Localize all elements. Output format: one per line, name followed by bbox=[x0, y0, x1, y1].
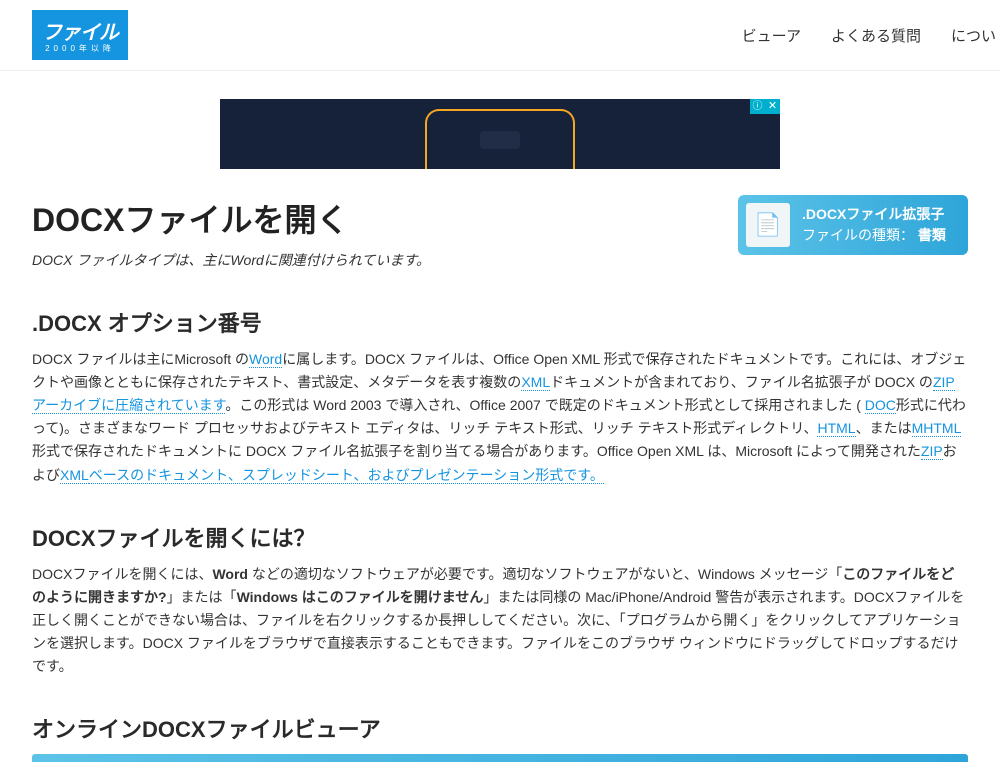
link-doc[interactable]: DOC bbox=[865, 397, 896, 414]
file-info-text: .DOCXファイル拡張子 ファイルの種類： 書類 bbox=[802, 204, 946, 246]
ad-info-icon[interactable]: ⓘ bbox=[750, 99, 765, 114]
ad-banner[interactable]: ⓘ ✕ bbox=[220, 99, 780, 169]
viewer-section-bar bbox=[32, 754, 968, 762]
link-xml-based[interactable]: ベースのドキュメント、スプレッドシート、およびプレゼンテーション形式です。 bbox=[89, 467, 604, 484]
section-howto-body: DOCXファイルを開くには、Word などの適切なソフトウェアが必要です。適切な… bbox=[32, 563, 968, 678]
nav-faq[interactable]: よくある質問 bbox=[831, 25, 921, 46]
logo-subtext: 2000年以降 bbox=[42, 43, 118, 54]
ad-slot-shape bbox=[480, 131, 520, 149]
ad-illustration bbox=[425, 109, 575, 169]
header: ファイル 2000年以降 ビューア よくある質問 につい bbox=[0, 0, 1000, 71]
main-content: DOCXファイルを開く DOCX ファイルタイプは、主にWordに関連付けられて… bbox=[0, 195, 1000, 762]
file-ext-label: .DOCXファイル拡張子 bbox=[802, 204, 946, 225]
nav-viewer[interactable]: ビューア bbox=[742, 25, 801, 46]
link-zip[interactable]: ZIP bbox=[921, 443, 943, 460]
link-mhtml[interactable]: MHTML bbox=[912, 420, 962, 437]
document-icon: 📄 bbox=[746, 203, 790, 247]
section-viewer-heading: オンラインDOCXファイルビューア bbox=[32, 712, 968, 744]
section-option-heading: .DOCX オプション番号 bbox=[32, 306, 968, 338]
page-subtitle: DOCX ファイルタイプは、主にWordに関連付けられています。 bbox=[32, 249, 738, 272]
link-xml-2[interactable]: XML bbox=[60, 467, 89, 484]
title-row: DOCXファイルを開く DOCX ファイルタイプは、主にWordに関連付けられて… bbox=[32, 195, 968, 272]
link-word[interactable]: Word bbox=[249, 351, 282, 368]
file-info-card[interactable]: 📄 .DOCXファイル拡張子 ファイルの種類： 書類 bbox=[738, 195, 968, 255]
file-type-line: ファイルの種類： 書類 bbox=[802, 225, 946, 246]
section-option-body: DOCX ファイルは主にMicrosoft のWordに属します。DOCX ファ… bbox=[32, 348, 968, 487]
site-logo[interactable]: ファイル 2000年以降 bbox=[32, 10, 128, 60]
logo-text: ファイル bbox=[42, 22, 118, 44]
page-title: DOCXファイルを開く bbox=[32, 195, 738, 241]
nav-about[interactable]: につい bbox=[951, 25, 996, 46]
link-xml-1[interactable]: XML bbox=[521, 374, 550, 391]
section-howto-heading: DOCXファイルを開くには？ bbox=[32, 521, 968, 553]
top-nav: ビューア よくある質問 につい bbox=[742, 25, 1000, 46]
ad-close-icon[interactable]: ✕ bbox=[765, 99, 780, 114]
link-html[interactable]: HTML bbox=[817, 420, 855, 437]
